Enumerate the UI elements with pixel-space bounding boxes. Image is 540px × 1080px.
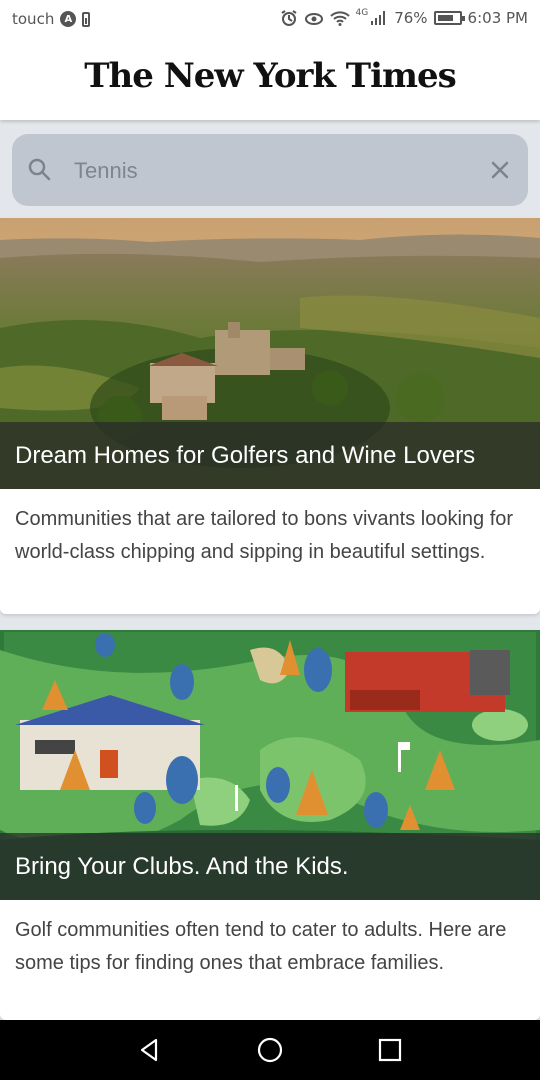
battery-alert-icon xyxy=(82,11,91,27)
wifi-icon xyxy=(329,11,350,26)
article-image[interactable]: Dream Homes for Golfers and Wine Lovers xyxy=(0,218,540,489)
article-card[interactable]: Dream Homes for Golfers and Wine Lovers … xyxy=(0,218,540,614)
search-icon xyxy=(28,158,51,181)
article-card[interactable]: Bring Your Clubs. And the Kids. Golf com… xyxy=(0,630,540,1020)
battery-icon xyxy=(433,11,465,25)
battery-percent: 76% xyxy=(394,9,428,27)
alarm-icon xyxy=(280,10,297,26)
clock: 6:03 PM xyxy=(467,9,528,27)
article-image[interactable]: Bring Your Clubs. And the Kids. xyxy=(0,630,540,900)
home-icon[interactable] xyxy=(256,1036,284,1064)
system-nav-bar xyxy=(0,1020,540,1080)
nyt-logo[interactable]: The New York Times xyxy=(0,56,540,96)
article-description: Golf communities often tend to cater to … xyxy=(15,919,507,974)
article-title[interactable]: Dream Homes for Golfers and Wine Lovers xyxy=(0,422,540,489)
recents-icon[interactable] xyxy=(376,1036,404,1064)
eye-icon xyxy=(304,13,323,25)
app-notification-icon: A xyxy=(60,11,77,27)
clear-search-icon[interactable] xyxy=(486,156,514,184)
search-input[interactable] xyxy=(72,152,476,190)
search-bar[interactable] xyxy=(12,134,528,206)
network-type: 4G xyxy=(355,8,369,18)
article-description: Communities that are tailored to bons vi… xyxy=(15,508,514,563)
app-header: The New York Times xyxy=(0,38,540,120)
back-icon[interactable] xyxy=(136,1036,164,1064)
carrier-label: touch xyxy=(12,10,55,28)
status-bar: touch A 4G 76% 6:03 PM xyxy=(0,0,540,38)
article-title[interactable]: Bring Your Clubs. And the Kids. xyxy=(0,833,540,900)
signal-icon xyxy=(371,11,386,25)
